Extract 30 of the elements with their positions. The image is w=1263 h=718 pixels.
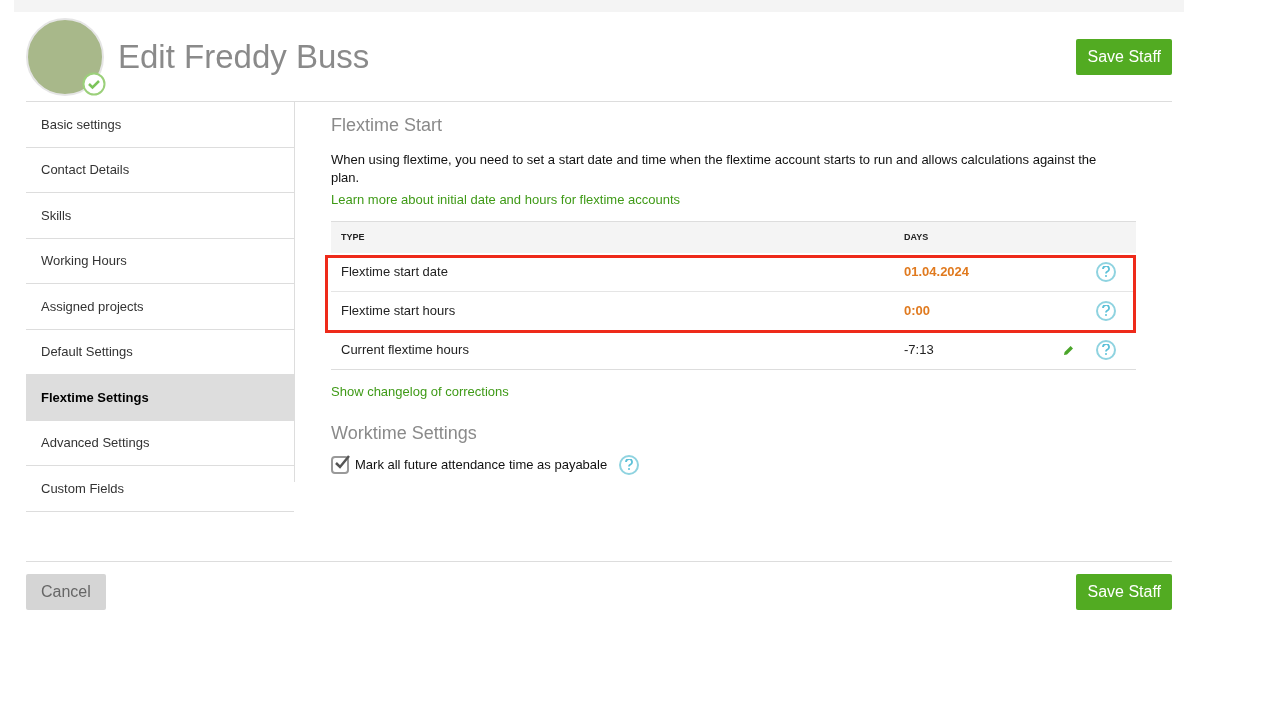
sidebar-item[interactable]: Advanced Settings	[26, 420, 294, 466]
help-icon[interactable]	[1096, 339, 1116, 360]
sidebar-item[interactable]: Contact Details	[26, 147, 294, 193]
pencil-icon[interactable]	[1063, 344, 1075, 356]
column-header: TYPE	[341, 230, 366, 244]
column-header: DAYS	[904, 230, 929, 244]
changelog-link[interactable]: Show changelog of corrections	[331, 382, 1137, 402]
table-cell-text: -7:13	[904, 341, 935, 360]
sidebar-item[interactable]: Flextime Settings	[26, 375, 294, 421]
learn-more-link[interactable]: Learn more about initial date and hours for flextime accounts	[331, 192, 681, 207]
table-cell-text: Current flextime hours	[341, 341, 470, 360]
sidebar-item[interactable]: Custom Fields	[26, 466, 294, 512]
sidebar-item[interactable]: Assigned projects	[26, 284, 294, 330]
checkbox[interactable]	[331, 456, 349, 474]
sidebar-item[interactable]: Skills	[26, 193, 294, 239]
help-icon[interactable]	[619, 454, 640, 475]
sidebar-item[interactable]: Working Hours	[26, 238, 294, 284]
table-cell-text: Flextime start hours	[341, 302, 457, 321]
sidebar-item[interactable]: Basic settings	[26, 102, 294, 148]
description-text: When using flextime, you need to set a start date and time when the flextime account starts to run and allows calculations against the plan.	[331, 151, 1098, 187]
help-icon[interactable]	[1096, 261, 1116, 282]
section-title: Flextime Start	[331, 114, 444, 137]
cancel-button[interactable]: Cancel	[26, 574, 106, 610]
page-title: Edit Freddy Buss	[118, 36, 370, 77]
table-cell-text: 01.04.2024	[904, 263, 971, 282]
help-icon[interactable]	[1096, 300, 1116, 321]
table-cell-text: Flextime start date	[341, 263, 449, 282]
table-cell-text: 0:00	[904, 302, 932, 321]
checkbox-label: Mark all future attendance time as payabale	[355, 456, 608, 475]
section-title: Worktime Settings	[331, 421, 478, 445]
